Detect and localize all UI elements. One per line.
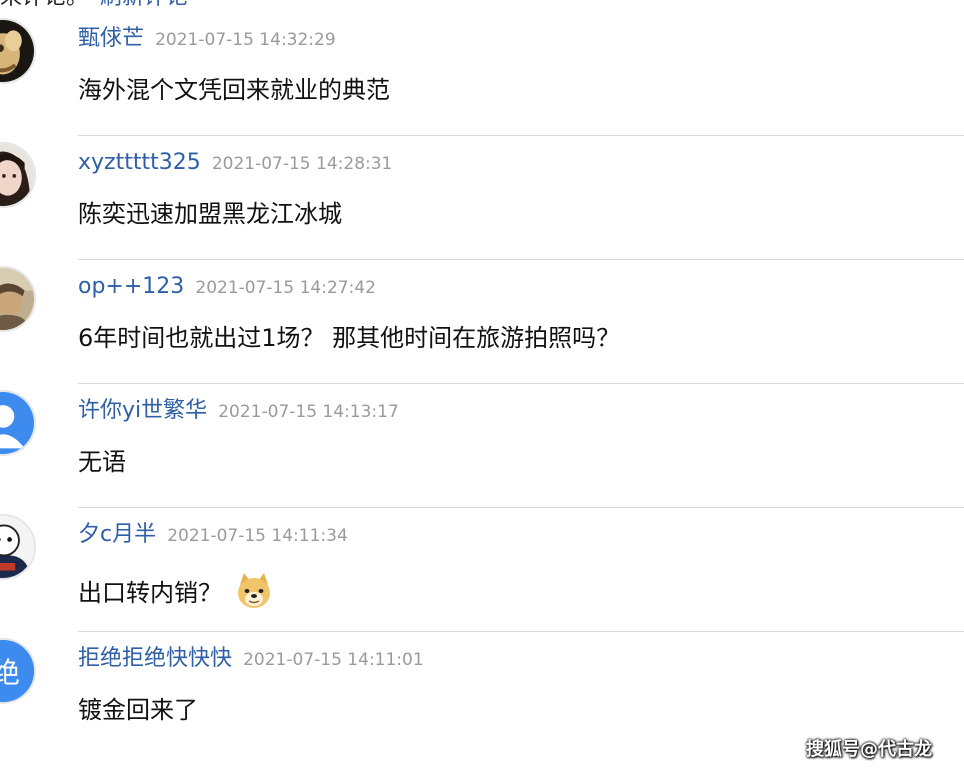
comment-text: 出口转内销？: [78, 579, 222, 607]
header-tail-text: 来评论。: [0, 0, 88, 10]
comment-username[interactable]: xyzttttt325: [78, 150, 201, 175]
comment-item: op++123 2021-07-15 14:27:42 6年时间也就出过1场？ …: [0, 260, 964, 384]
comment-item: 许你yi世繁华 2021-07-15 14:13:17 无语: [0, 384, 964, 508]
comment-meta: 许你yi世繁华 2021-07-15 14:13:17: [78, 396, 399, 427]
comment-section: 来评论。 刷新评论 甄俅芒 2021-07-15 14:32:29 海外混个文凭回…: [0, 0, 964, 768]
comment-meta: 甄俅芒 2021-07-15 14:32:29: [78, 24, 336, 55]
comment-timestamp: 2021-07-15 14:13:17: [218, 402, 399, 422]
comment-username[interactable]: 甄俅芒: [78, 26, 144, 51]
comment-meta: 拒绝拒绝快快快 2021-07-15 14:11:01: [78, 644, 424, 675]
comment-text: 6年时间也就出过1场？ 那其他时间在旅游拍照吗？: [78, 324, 621, 352]
comment-timestamp: 2021-07-15 14:27:42: [195, 278, 376, 298]
comment-item: 甄俅芒 2021-07-15 14:32:29 海外混个文凭回来就业的典范: [0, 12, 964, 136]
comment-timestamp: 2021-07-15 14:11:34: [167, 526, 348, 546]
comment-text: 海外混个文凭回来就业的典范: [78, 76, 390, 104]
comment-username[interactable]: op++123: [78, 274, 184, 299]
avatar-blue-default-icon[interactable]: [0, 390, 36, 456]
comment-item: xyzttttt325 2021-07-15 14:28:31 陈奕迅速加盟黑龙…: [0, 136, 964, 260]
doge-emoji-icon: [234, 571, 274, 611]
avatar-blue-initial-icon[interactable]: 绝: [0, 638, 36, 704]
comment-meta: xyzttttt325 2021-07-15 14:28:31: [78, 148, 392, 179]
avatar-initial-text: 绝: [0, 656, 20, 689]
avatar-cartoon-icon[interactable]: [0, 514, 36, 580]
comment-text: 无语: [78, 448, 126, 476]
avatar-dark-yellow-icon[interactable]: [0, 18, 36, 84]
avatar-portrait-icon[interactable]: [0, 142, 36, 208]
refresh-comments-link[interactable]: 刷新评论: [100, 0, 188, 10]
avatar-sepia-portrait-icon[interactable]: [0, 266, 36, 332]
comment-username[interactable]: 夕c月半: [78, 522, 156, 547]
comment-timestamp: 2021-07-15 14:32:29: [155, 30, 336, 50]
comment-timestamp: 2021-07-15 14:28:31: [211, 154, 393, 174]
watermark: 搜狐号@代古龙: [806, 739, 932, 760]
comment-item: 夕c月半 2021-07-15 14:11:34 出口转内销？: [0, 508, 964, 632]
comment-meta: op++123 2021-07-15 14:27:42: [78, 272, 376, 303]
comment-text: 镀金回来了: [78, 696, 198, 724]
comment-header-strip: 来评论。 刷新评论: [0, 0, 188, 10]
comment-text-row: 出口转内销？: [78, 571, 274, 611]
comment-username[interactable]: 拒绝拒绝快快快: [78, 646, 232, 671]
comment-timestamp: 2021-07-15 14:11:01: [243, 650, 424, 670]
comment-username[interactable]: 许你yi世繁华: [78, 398, 207, 423]
comment-text: 陈奕迅速加盟黑龙江冰城: [78, 200, 342, 228]
comment-meta: 夕c月半 2021-07-15 14:11:34: [78, 520, 348, 551]
